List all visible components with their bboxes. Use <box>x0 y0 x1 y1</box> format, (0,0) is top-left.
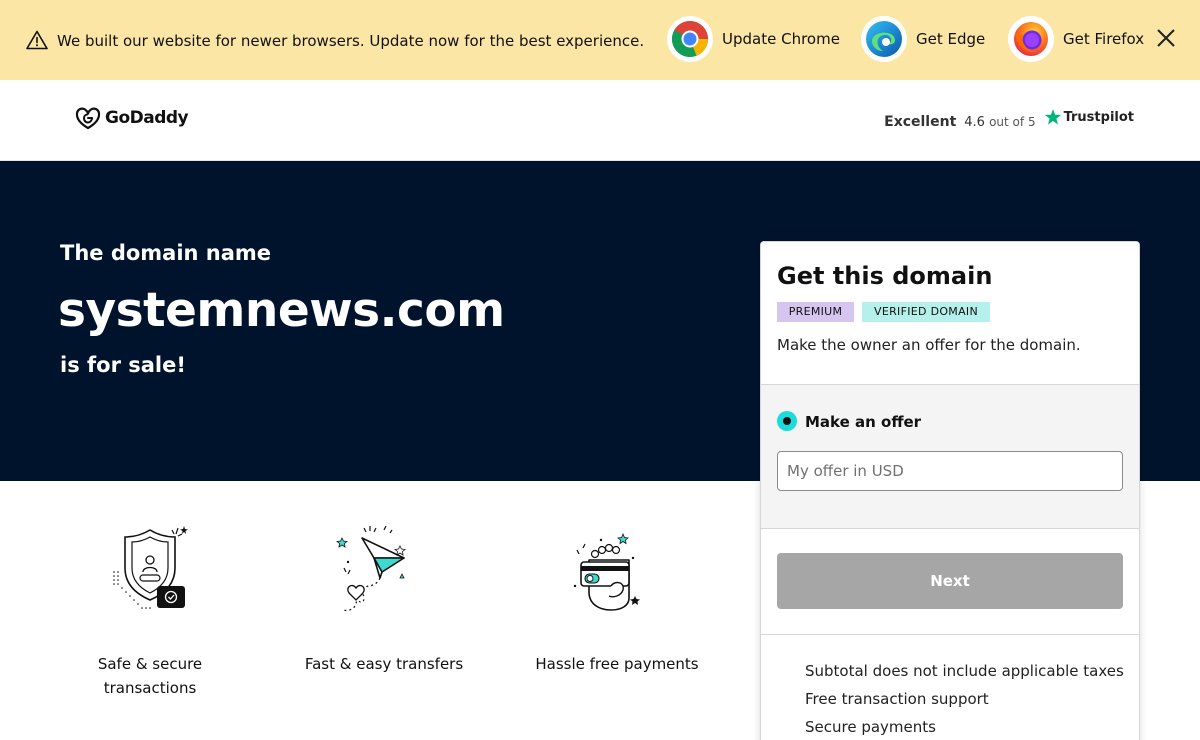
trustpilot-brand: Trustpilot <box>1044 108 1134 126</box>
badge-row: PREMIUM VERIFIED DOMAIN <box>777 302 1123 322</box>
domain-name-title: systemnews.com <box>58 283 505 338</box>
payment-card-icon <box>573 532 640 611</box>
feature-fast-transfers: Fast & easy transfers <box>294 520 474 676</box>
update-chrome-label: Update Chrome <box>722 30 840 48</box>
feature-label-line1: Hassle free payments <box>535 655 699 673</box>
browser-update-banner: We built our website for newer browsers.… <box>0 0 1200 80</box>
get-firefox-button[interactable]: Get Firefox <box>1008 16 1144 62</box>
banner-message: We built our website for newer browsers.… <box>57 32 645 50</box>
premium-badge: PREMIUM <box>777 302 854 322</box>
trustpilot-rating[interactable]: Excellent 4.6 out of 5 Trustpilot <box>884 108 1134 130</box>
offer-amount-input[interactable] <box>777 451 1123 491</box>
get-edge-label: Get Edge <box>916 30 986 48</box>
feature-label-line1: Fast & easy transfers <box>304 655 464 673</box>
edge-icon <box>861 16 907 62</box>
make-offer-radio[interactable] <box>777 411 797 431</box>
godaddy-heart-icon <box>75 107 101 130</box>
trust-rating-word: Excellent <box>884 114 957 130</box>
get-domain-card: Get this domain PREMIUM VERIFIED DOMAIN … <box>760 241 1140 740</box>
shield-icon <box>113 526 188 609</box>
feature-label-line2: transactions <box>103 679 197 697</box>
firefox-icon <box>1008 16 1054 62</box>
feature-label: Safe & secure transactions <box>60 652 240 700</box>
offer-section: Make an offer <box>761 384 1139 529</box>
logo-text: GoDaddy <box>105 108 189 128</box>
godaddy-logo[interactable]: GoDaddy <box>75 106 189 130</box>
feature-label-line1: Safe & secure <box>97 655 203 673</box>
next-button-section: Next <box>761 529 1139 635</box>
feature-safe-secure: Safe & secure transactions <box>60 520 240 700</box>
site-header: GoDaddy Excellent 4.6 out of 5 Trustpilo… <box>0 80 1200 161</box>
get-edge-button[interactable]: Get Edge <box>861 16 985 62</box>
next-button[interactable]: Next <box>777 553 1123 609</box>
list-item: Subtotal does not include applicable tax… <box>805 662 1124 680</box>
trust-score: 4.6 out of 5 <box>964 115 1035 130</box>
feature-hassle-free-payments: Hassle free payments <box>527 520 707 676</box>
make-offer-label[interactable]: Make an offer <box>805 413 921 431</box>
warning-icon <box>26 30 48 50</box>
feature-label: Fast & easy transfers <box>294 652 474 676</box>
trustpilot-label: Trustpilot <box>1063 109 1134 125</box>
verified-domain-badge: VERIFIED DOMAIN <box>862 302 990 322</box>
get-firefox-label: Get Firefox <box>1063 30 1145 48</box>
radio-selected-dot <box>783 417 791 425</box>
hero-subtitle: is for sale! <box>60 353 186 377</box>
feature-label: Hassle free payments <box>527 652 707 676</box>
update-chrome-button[interactable]: Update Chrome <box>667 16 840 62</box>
list-item: Secure payments <box>805 718 936 736</box>
card-header: Get this domain PREMIUM VERIFIED DOMAIN … <box>761 242 1139 384</box>
trust-score-value: 4.6 <box>964 115 985 130</box>
card-info-list: Subtotal does not include applicable tax… <box>761 635 1139 740</box>
chrome-icon <box>667 16 713 62</box>
paper-plane-icon <box>336 525 406 612</box>
trust-score-out-of: out of 5 <box>989 115 1036 129</box>
hero-pretitle: The domain name <box>60 241 272 265</box>
card-title: Get this domain <box>777 262 993 290</box>
list-item: Free transaction support <box>805 690 989 708</box>
close-icon[interactable] <box>1154 26 1178 50</box>
star-icon <box>1044 109 1061 125</box>
card-description: Make the owner an offer for the domain. <box>777 336 1081 354</box>
